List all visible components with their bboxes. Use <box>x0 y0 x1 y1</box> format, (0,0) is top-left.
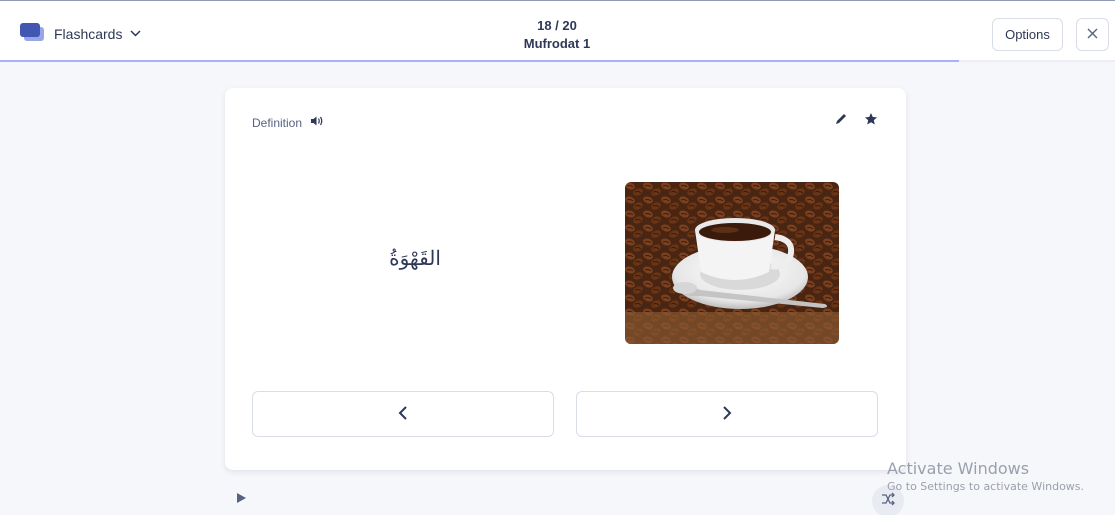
side-label: Definition <box>252 115 303 130</box>
top-bar: Flashcards 18 / 20 Mufrodat 1 Options <box>0 0 1115 62</box>
next-card-button[interactable] <box>576 391 878 437</box>
progress-fill <box>0 60 959 62</box>
card-side-header: Definition <box>252 115 324 130</box>
card-counter: 18 / 20 <box>537 18 577 33</box>
play-icon <box>236 490 246 508</box>
watermark-title: Activate Windows <box>887 459 1030 478</box>
speaker-icon[interactable] <box>310 115 324 130</box>
set-title: Mufrodat 1 <box>523 36 591 51</box>
mode-label: Flashcards <box>54 26 123 42</box>
close-button[interactable] <box>1076 18 1109 51</box>
progress-bar <box>0 60 1115 62</box>
card-term: القَهْوَةُ <box>389 246 441 270</box>
flashcard[interactable]: Definition القَهْوَةُ <box>225 88 906 470</box>
close-icon <box>1087 27 1098 42</box>
chevron-left-icon <box>398 405 408 423</box>
flashcards-mode-icon <box>20 23 46 45</box>
previous-card-button[interactable] <box>252 391 554 437</box>
windows-activation-watermark: Activate Windows Go to Settings to activ… <box>887 459 1084 495</box>
watermark-subtitle: Go to Settings to activate Windows. <box>887 480 1085 493</box>
chevron-down-icon <box>130 26 141 40</box>
pencil-icon[interactable] <box>834 112 848 131</box>
mode-switcher[interactable]: Flashcards <box>20 21 141 47</box>
title-block: 18 / 20 Mufrodat 1 <box>457 17 657 53</box>
star-icon[interactable] <box>864 112 878 131</box>
coffee-cup-image <box>625 182 839 344</box>
play-button[interactable] <box>234 492 248 506</box>
card-actions <box>834 112 878 131</box>
options-button[interactable]: Options <box>992 18 1063 51</box>
chevron-right-icon <box>722 405 732 423</box>
